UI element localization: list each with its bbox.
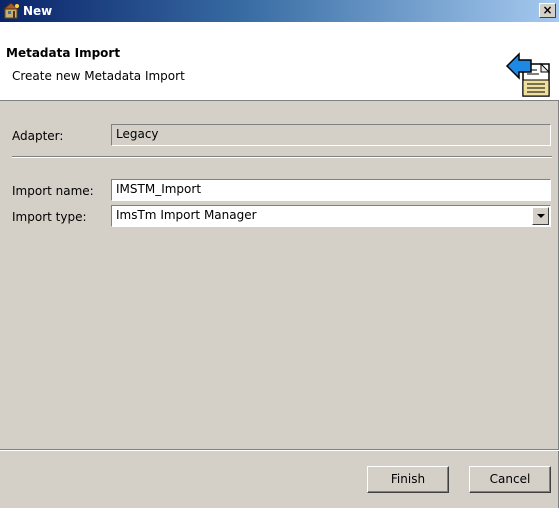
import-name-value: IMSTM_Import bbox=[116, 182, 202, 196]
import-type-dropdown-button[interactable] bbox=[532, 207, 549, 225]
cancel-button[interactable]: Cancel bbox=[469, 466, 551, 493]
new-wizard-dialog: New × Metadata Import Create new Metadat… bbox=[0, 0, 559, 508]
import-type-label: Import type: bbox=[12, 210, 87, 224]
title-bar[interactable]: New × bbox=[0, 0, 559, 22]
wizard-header: Metadata Import Create new Metadata Impo… bbox=[0, 22, 559, 101]
window-title: New bbox=[23, 4, 53, 18]
adapter-field: Legacy bbox=[111, 124, 551, 146]
close-icon: × bbox=[542, 3, 553, 17]
page-description: Create new Metadata Import bbox=[12, 69, 185, 83]
import-name-label: Import name: bbox=[12, 184, 94, 198]
metadata-import-icon bbox=[505, 52, 553, 98]
finish-button[interactable]: Finish bbox=[367, 466, 449, 493]
form-separator bbox=[12, 156, 552, 158]
adapter-value: Legacy bbox=[116, 127, 159, 141]
footer-separator bbox=[0, 449, 559, 451]
import-type-value: ImsTm Import Manager bbox=[116, 208, 257, 222]
chevron-down-icon bbox=[537, 214, 545, 218]
close-button[interactable]: × bbox=[539, 3, 556, 18]
wizard-icon bbox=[2, 2, 21, 20]
page-title: Metadata Import bbox=[6, 46, 121, 60]
import-name-input[interactable]: IMSTM_Import bbox=[111, 179, 551, 201]
adapter-label: Adapter: bbox=[12, 129, 64, 143]
import-type-select[interactable]: ImsTm Import Manager bbox=[111, 205, 551, 227]
